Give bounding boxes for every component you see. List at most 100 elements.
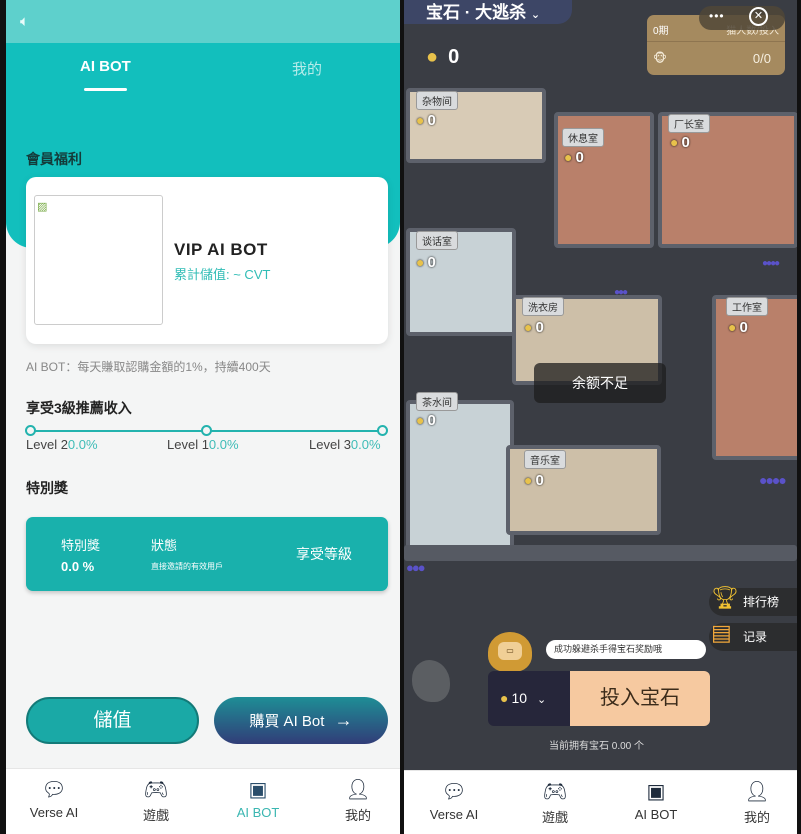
reward-value: 0.0 % — [61, 559, 95, 574]
level-2-label: Level 20.0% — [26, 437, 98, 452]
nav-label: 遊戲 — [142, 808, 169, 823]
level-dot — [201, 425, 212, 436]
bottom-nav: 💬︎ Verse AI 🎮︎ 遊戲 ▣ AI BOT 👤︎ 我的 — [404, 770, 797, 834]
nav-ai-bot[interactable]: ▣ AI BOT — [218, 777, 298, 820]
vip-accumulated-deposit: 累計儲值: ~ CVT — [174, 267, 271, 282]
nav-verse-ai[interactable]: 💬︎ Verse AI — [414, 779, 494, 822]
level-dot — [377, 425, 388, 436]
robot-icon: ▣ — [646, 781, 666, 803]
bet-control: ● 10 ⌄ 投入宝石 — [488, 671, 710, 726]
bottom-nav: 💬︎ Verse AI 🎮︎ 遊戲 ▣ AI BOT 👤︎ 我的 — [6, 768, 400, 834]
buy-ai-bot-button[interactable]: 購買 AI Bot → — [214, 697, 388, 744]
nav-mine[interactable]: 👤︎ 我的 — [717, 779, 797, 826]
active-tab-indicator — [84, 88, 127, 91]
mini-program-capsule: ••• ✕ — [699, 6, 785, 30]
room-label: 杂物间 — [416, 91, 458, 110]
coin-value: 0 — [427, 112, 436, 129]
user-icon: 👤︎ — [345, 779, 371, 801]
room-coins: ● 0 — [564, 149, 584, 166]
monkey-icon: 🐵︎ — [653, 51, 667, 65]
room-work[interactable] — [712, 295, 797, 460]
money-bag-icon: ● — [564, 149, 573, 165]
level-percent: 0.0% — [208, 437, 239, 452]
broken-image-icon: ▨ — [37, 201, 48, 213]
chevron-down-icon: ⌄ — [537, 694, 547, 706]
room-coins: ● 0 — [728, 319, 748, 336]
deposit-button[interactable]: 儲值 — [26, 697, 199, 744]
trophy-icon: 🏆︎ — [711, 585, 739, 610]
gamepad-icon: 🎮︎ — [143, 779, 169, 801]
nav-label: 我的 — [743, 810, 770, 825]
speech-bubble: 成功躲避杀手得宝石奖励哦 — [546, 640, 706, 659]
game-screen: 杂物间 ● 0 休息室 ● 0 厂长室 ● 0 谈话室 ● 0 洗衣房 ● 0 工作室 ●… — [404, 0, 797, 834]
records-label: 记录 — [743, 630, 768, 644]
level-percent: 0.0% — [67, 437, 98, 452]
room-label: 洗衣房 — [522, 297, 564, 316]
invest-gems-button[interactable]: 投入宝石 — [570, 671, 710, 726]
status-bar: 🔈︎ — [6, 0, 400, 43]
money-bag-icon: ● — [500, 690, 509, 706]
nav-label: Verse AI — [29, 805, 79, 820]
coin-value: 0 — [739, 319, 748, 336]
monkey-face: ▭ — [498, 642, 522, 660]
chat-icon: 💬︎ — [41, 779, 67, 801]
leaderboard-button[interactable]: 🏆︎ 排行榜 — [709, 585, 797, 616]
monkey-mascot: ▭ — [488, 632, 532, 672]
gem-count: 当前拥有宝石 0.00 个 — [549, 741, 645, 752]
special-reward-title: 特別獎 — [26, 480, 68, 496]
money-bag-icon: ● — [728, 319, 737, 335]
nav-mine[interactable]: 👤︎ 我的 — [318, 777, 398, 824]
nav-label: AI BOT — [236, 805, 280, 820]
money-bag-icon: ● — [416, 412, 425, 428]
level-label: 享受等級 — [296, 546, 352, 562]
chevron-down-icon: ⌄ — [530, 9, 541, 21]
coin-value: 0 — [575, 149, 584, 166]
status-label: 狀態 — [151, 538, 178, 553]
gem-pile: ●●● — [614, 287, 628, 298]
nav-label: 我的 — [344, 808, 371, 823]
coin-value: 0 — [535, 319, 544, 336]
reward-label: 特別獎 — [61, 538, 101, 553]
room-label: 厂长室 — [668, 114, 710, 133]
coin-value: 0 — [427, 412, 436, 429]
user-icon: 👤︎ — [744, 781, 770, 803]
room-label: 谈话室 — [416, 231, 458, 250]
speaker-icon[interactable]: 🔈︎ — [20, 13, 29, 30]
money-bag-icon: ● — [426, 46, 439, 68]
money-bag-icon: ● — [524, 319, 533, 335]
bet-amount: 10 — [511, 690, 528, 706]
record-icon: ▤ — [711, 620, 732, 645]
member-benefits-title: 會員福利 — [26, 151, 82, 167]
bet-amount-select[interactable]: ● 10 ⌄ — [488, 671, 570, 726]
nav-verse-ai[interactable]: 💬︎ Verse AI — [14, 777, 94, 820]
more-icon[interactable]: ••• — [709, 9, 725, 23]
nav-label: AI BOT — [634, 807, 678, 822]
robot-icon: ▣ — [248, 779, 268, 801]
balance-display: ● 0 — [426, 46, 459, 69]
vip-name: VIP AI BOT — [174, 240, 268, 259]
nav-games[interactable]: 🎮︎ 遊戲 — [116, 777, 196, 824]
toast-insufficient-balance: 余额不足 — [534, 363, 666, 403]
bot-description: AI BOT：每天賺取認購金額的1%，持續400天 — [26, 360, 271, 374]
nav-label: Verse AI — [429, 807, 479, 822]
leaderboard-label: 排行榜 — [743, 595, 780, 609]
period-number: 0期 — [653, 26, 669, 37]
vip-card[interactable]: ▨ VIP AI BOT 累計儲值: ~ CVT — [26, 177, 388, 344]
game-title-text: 宝石 · 大逃杀 — [426, 3, 527, 22]
gamepad-icon: 🎮︎ — [542, 781, 568, 803]
tab-mine[interactable]: 我的 — [292, 58, 322, 79]
game-title[interactable]: 宝石 · 大逃杀 ⌄ — [404, 0, 572, 24]
nav-ai-bot[interactable]: ▣ AI BOT — [616, 779, 696, 822]
room-coins: ● 0 — [416, 412, 436, 429]
participant-count: 0/0 — [752, 51, 771, 66]
room-coins: ● 0 — [416, 112, 436, 129]
room-label: 休息室 — [562, 128, 604, 147]
tab-ai-bot[interactable]: AI BOT — [80, 58, 131, 75]
vip-image: ▨ — [34, 195, 163, 325]
money-bag-icon: ● — [524, 472, 533, 488]
coin-value: 0 — [427, 254, 436, 271]
records-button[interactable]: ▤ 记录 — [709, 620, 797, 651]
balance-value: 0 — [448, 46, 460, 68]
close-icon[interactable]: ✕ — [749, 7, 768, 26]
nav-games[interactable]: 🎮︎ 遊戲 — [515, 779, 595, 826]
